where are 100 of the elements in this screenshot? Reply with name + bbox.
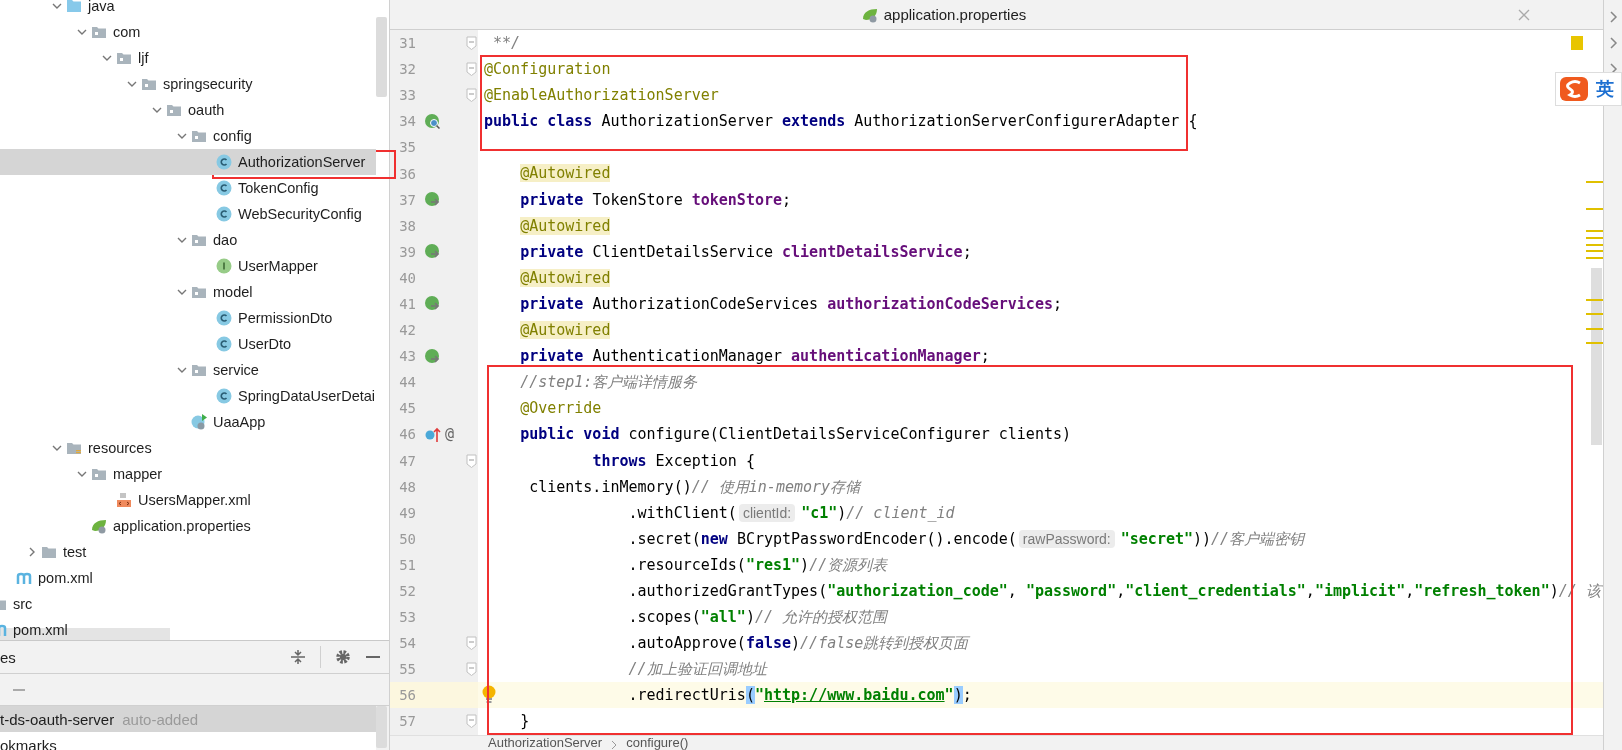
line-number: 51 xyxy=(398,556,416,573)
fold-marker-icon[interactable] xyxy=(466,62,477,77)
tree-item[interactable]: config xyxy=(0,123,376,149)
lightbulb-icon[interactable] xyxy=(482,685,496,706)
package-icon xyxy=(91,24,107,40)
tree-item[interactable]: TokenConfig xyxy=(0,175,376,201)
fold-marker-icon[interactable] xyxy=(466,453,477,468)
line-number: 40 xyxy=(398,269,416,286)
code-line: public class AuthorizationServer extends AuthorizationServerConfigurerAdapter { xyxy=(484,111,1198,133)
fold-marker-icon[interactable] xyxy=(466,662,477,677)
changelist-item[interactable]: t-ds-oauth-server auto-added xyxy=(0,706,376,732)
code-line: //加上验证回调地址 xyxy=(627,659,767,681)
code-line: throws Exception { xyxy=(591,450,755,472)
chevron-right-icon[interactable] xyxy=(1608,36,1618,50)
tree-item[interactable]: java xyxy=(0,0,376,19)
tree-item[interactable]: PermissionDto xyxy=(0,305,376,331)
line-number: 46 xyxy=(398,426,416,443)
code-line: .secret(new BCryptPasswordEncoder().encode( rawPassword: "secret"))//客户端密钥 xyxy=(627,528,1305,550)
class-icon xyxy=(216,310,232,326)
class-icon xyxy=(216,154,232,170)
code-line: } xyxy=(519,711,530,733)
line-number: 57 xyxy=(398,713,416,730)
line-number: 37 xyxy=(398,191,416,208)
tree-item[interactable]: test xyxy=(0,539,376,565)
code-line: private AuthenticationManager authenticationManager; xyxy=(519,346,990,368)
class-icon xyxy=(216,206,232,222)
code-line: public void configure(ClientDetailsServiceConfigurer clients) xyxy=(519,424,1071,446)
code-line: @EnableAuthorizationServer xyxy=(484,85,719,107)
tree-item[interactable]: UaaApp xyxy=(0,409,376,435)
code-line: .withClient( clientId: "c1")// client_id xyxy=(627,502,955,524)
fold-marker-icon[interactable] xyxy=(466,636,477,651)
tree-item[interactable]: src xyxy=(0,591,376,617)
override-arrow-icon[interactable] xyxy=(424,425,441,443)
tree-item[interactable]: AuthorizationServer xyxy=(0,149,376,175)
xml-file-icon xyxy=(116,492,132,508)
changelist-item[interactable]: okmarks xyxy=(0,732,376,750)
tree-item[interactable]: service xyxy=(0,357,376,383)
tree-item[interactable]: springsecurity xyxy=(0,71,376,97)
code-line: @Configuration xyxy=(484,59,611,81)
tree-item[interactable]: mapper xyxy=(0,461,376,487)
collapse-icon[interactable] xyxy=(290,649,306,665)
breadcrumb[interactable]: AuthorizationServer xyxy=(488,736,603,750)
package-icon xyxy=(191,232,207,248)
code-line: private AuthorizationCodeServices authorizationCodeServices; xyxy=(519,293,1062,315)
code-line: .resourceIds("res1")//资源列表 xyxy=(627,554,888,576)
tree-item[interactable]: application.properties xyxy=(0,513,376,539)
folder-icon xyxy=(66,440,82,456)
line-number: 36 xyxy=(398,165,416,182)
fold-marker-icon[interactable] xyxy=(466,36,477,51)
class-icon xyxy=(216,336,232,352)
scrollbar-thumb[interactable] xyxy=(1591,268,1602,445)
class-icon xyxy=(216,180,232,196)
close-icon[interactable] xyxy=(1518,8,1530,21)
code-line: private TokenStore tokenStore; xyxy=(519,189,792,211)
line-number: 35 xyxy=(398,139,416,156)
code-line: @Override xyxy=(519,398,602,420)
code-line: clients.inMemory()// 使用in-memory存储 xyxy=(528,476,861,498)
code-line: .scopes("all")// 允许的授权范围 xyxy=(627,607,888,629)
run-class-icon xyxy=(191,414,207,430)
tree-item[interactable]: pom.xml xyxy=(0,565,376,591)
tree-item[interactable]: com xyxy=(0,19,376,45)
fold-marker-icon[interactable] xyxy=(466,714,477,729)
line-number: 52 xyxy=(398,583,416,599)
panel-title: es xyxy=(0,648,17,666)
line-number: 53 xyxy=(398,609,416,626)
tree-item[interactable]: UserDto xyxy=(0,331,376,357)
code-line: **/ xyxy=(492,33,521,54)
breadcrumb[interactable]: configure() xyxy=(626,736,689,750)
fold-marker-icon[interactable] xyxy=(466,88,477,103)
line-number: 49 xyxy=(398,504,416,521)
annotation-marker[interactable]: @ xyxy=(445,425,455,444)
scrollbar-thumb[interactable] xyxy=(376,17,387,97)
tree-item[interactable]: oauth xyxy=(0,97,376,123)
folder-icon xyxy=(66,0,82,14)
input-method-indicator[interactable]: 英 xyxy=(1555,72,1622,106)
line-number: 43 xyxy=(398,348,416,365)
tree-item[interactable]: resources xyxy=(0,435,376,461)
tree-item[interactable]: ljf xyxy=(0,45,376,71)
line-number: 47 xyxy=(398,452,416,469)
line-number: 54 xyxy=(398,635,416,652)
line-number: 50 xyxy=(398,530,416,547)
settings-icon[interactable] xyxy=(335,649,351,665)
scrollbar-thumb[interactable] xyxy=(376,706,387,748)
tree-item[interactable]: model xyxy=(0,279,376,305)
line-number: 45 xyxy=(398,400,416,417)
line-number: 39 xyxy=(398,243,416,260)
tree-item[interactable]: UserMapper xyxy=(0,253,376,279)
line-number: 33 xyxy=(398,87,416,104)
line-number: 44 xyxy=(398,374,416,391)
chevron-right-icon[interactable] xyxy=(1608,10,1618,24)
tree-item[interactable]: SpringDataUserDetai xyxy=(0,383,376,409)
tree-item[interactable]: dao xyxy=(0,227,376,253)
tree-item[interactable]: WebSecurityConfig xyxy=(0,201,376,227)
leaf-gear-icon xyxy=(91,518,107,534)
tree-item[interactable]: UsersMapper.xml xyxy=(0,487,376,513)
leaf-gear-icon xyxy=(861,6,878,23)
interface-icon xyxy=(216,258,232,274)
code-line: //step1:客户端详情服务 xyxy=(519,372,698,394)
folder-icon xyxy=(41,544,57,560)
leaf-magnifier-icon[interactable] xyxy=(424,112,441,130)
